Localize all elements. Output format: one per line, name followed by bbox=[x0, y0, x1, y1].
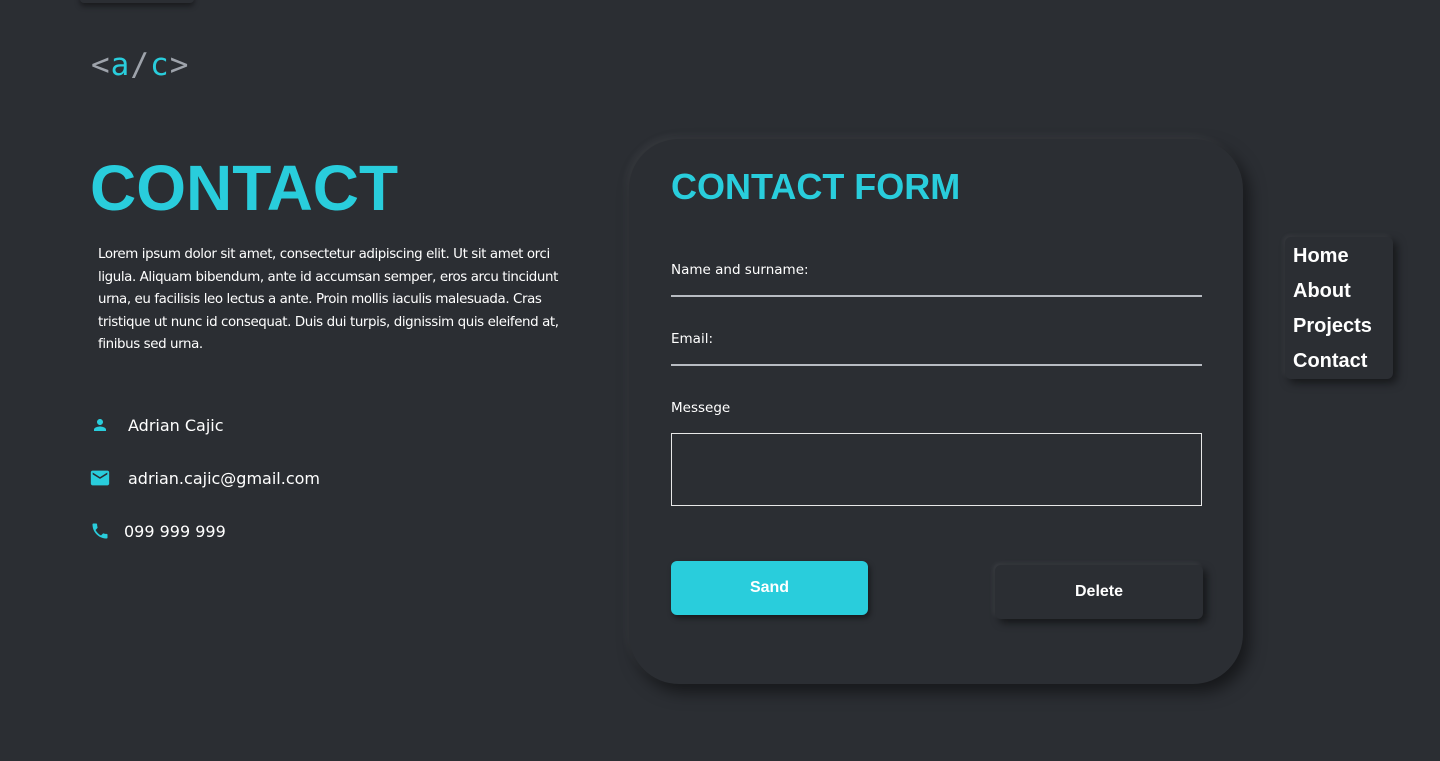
contact-phone-row: 099 999 999 bbox=[89, 519, 226, 543]
logo-letter-a: a bbox=[110, 47, 131, 83]
logo-open-bracket: < bbox=[91, 47, 111, 83]
logo-close-bracket: > bbox=[169, 47, 190, 83]
nav-item-contact[interactable]: Contact bbox=[1293, 349, 1367, 373]
nav-item-home[interactable]: Home bbox=[1293, 244, 1349, 268]
contact-name: Adrian Cajic bbox=[128, 415, 224, 435]
phone-icon bbox=[89, 520, 111, 542]
nav-item-about[interactable]: About bbox=[1293, 279, 1351, 303]
name-field-label: Name and surname: bbox=[671, 262, 809, 278]
form-title: CONTACT FORM bbox=[671, 166, 961, 207]
site-logo[interactable]: <a/c> bbox=[91, 47, 189, 83]
message-field-label: Messege bbox=[671, 400, 731, 416]
name-field[interactable] bbox=[671, 295, 1202, 297]
contact-email-row: adrian.cajic@gmail.com bbox=[89, 466, 320, 490]
logo-slash: / bbox=[130, 47, 151, 83]
page-title: CONTACT bbox=[90, 152, 399, 224]
send-button[interactable]: Sand bbox=[671, 561, 868, 615]
side-nav: Home About Projects Contact bbox=[1285, 237, 1393, 379]
intro-text: Lorem ipsum dolor sit amet, consectetur … bbox=[98, 247, 559, 352]
email-field-label: Email: bbox=[671, 331, 714, 347]
contact-form-card: CONTACT FORM Name and surname: Email: Me… bbox=[629, 139, 1243, 684]
delete-button[interactable]: Delete bbox=[995, 565, 1203, 619]
email-field[interactable] bbox=[671, 364, 1202, 366]
top-tab bbox=[80, 0, 194, 3]
contact-name-row: Adrian Cajic bbox=[89, 413, 224, 437]
mail-icon bbox=[89, 467, 111, 489]
logo-letter-c: c bbox=[150, 47, 170, 83]
message-textarea[interactable] bbox=[671, 433, 1202, 506]
person-icon bbox=[89, 414, 111, 436]
contact-email[interactable]: adrian.cajic@gmail.com bbox=[128, 469, 320, 488]
nav-item-projects[interactable]: Projects bbox=[1293, 314, 1372, 338]
contact-phone[interactable]: 099 999 999 bbox=[124, 522, 226, 541]
